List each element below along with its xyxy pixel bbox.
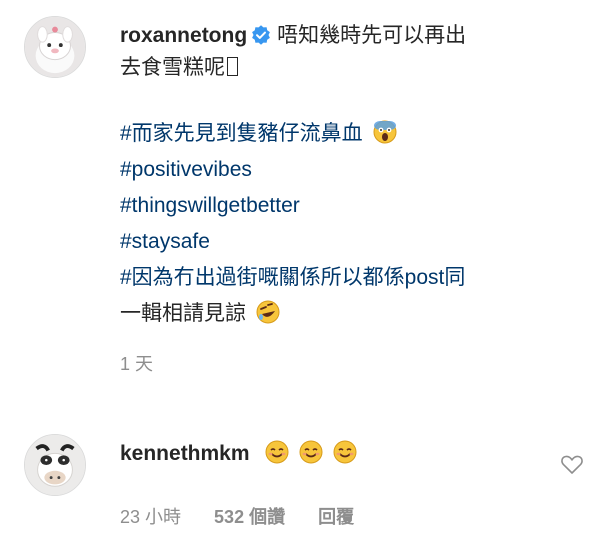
comment-roxannetong: roxannetong 唔知幾時先可以再出 去食雪糕呢 #而家先見到隻豬仔流鼻血… <box>120 20 590 376</box>
hashtag-link[interactable]: #而家先見到隻豬仔流鼻血 <box>120 116 590 152</box>
hashtag-link[interactable]: #因為冇出過街嘅關係所以都係post同 <box>120 260 590 296</box>
heart-outline-icon[interactable] <box>560 452 584 476</box>
avatar-kennethmkm[interactable] <box>24 434 86 496</box>
smiling-face-icon <box>265 440 289 464</box>
username-link[interactable]: kennethmkm <box>120 442 250 465</box>
username-link[interactable]: roxannetong <box>120 24 247 47</box>
comment-meta-row: 23 小時 532 個讚 回覆 <box>120 503 382 529</box>
likes-count-button[interactable]: 532 個讚 <box>214 507 285 527</box>
missing-glyph-box <box>227 57 238 76</box>
reply-button[interactable]: 回覆 <box>318 507 354 527</box>
smiling-face-icon <box>333 440 357 464</box>
caption-line-2: 去食雪糕呢 <box>120 56 225 79</box>
hashtag-link[interactable]: #thingswillgetbetter <box>120 188 590 224</box>
caption-line-1: 唔知幾時先可以再出 <box>277 24 467 47</box>
verified-badge-icon <box>252 25 271 45</box>
face-screaming-icon <box>373 120 397 144</box>
smiling-face-icon <box>299 440 323 464</box>
avatar-plush-toy-image <box>25 17 85 77</box>
comment-kennethmkm: kennethmkm <box>120 438 357 470</box>
caption-last-line: 一輯相請見諒 <box>120 302 246 325</box>
hashtag-link[interactable]: #staysafe <box>120 224 590 260</box>
avatar-roxannetong[interactable] <box>24 16 86 78</box>
comment-timestamp: 23 小時 <box>120 507 182 527</box>
hashtag-list: #而家先見到隻豬仔流鼻血 #positivevibes #thingswillg… <box>120 116 590 332</box>
rolling-laughing-icon <box>256 300 280 324</box>
hashtag-link[interactable]: #positivevibes <box>120 152 590 188</box>
comment-timestamp: 1 天 <box>120 354 154 374</box>
avatar-cow-plush-image <box>25 435 85 495</box>
